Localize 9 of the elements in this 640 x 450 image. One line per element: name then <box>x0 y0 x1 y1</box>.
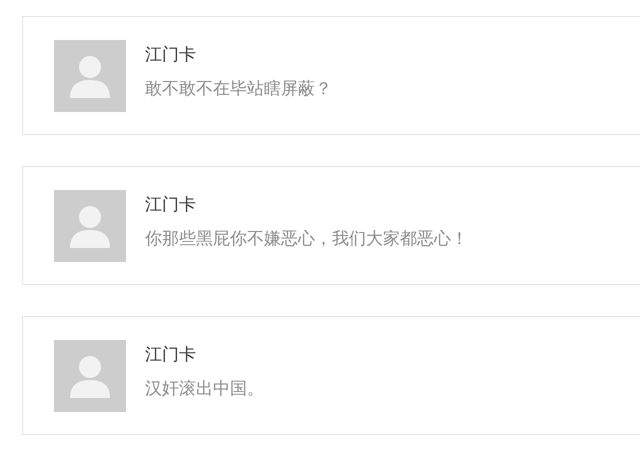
avatar-icon <box>54 190 126 262</box>
avatar-icon <box>54 340 126 412</box>
comment-text: 敢不敢不在毕站瞎屏蔽？ <box>145 78 332 100</box>
comment-text: 汉奸滚出中国。 <box>145 378 264 400</box>
author-name: 江门卡 <box>145 44 197 66</box>
author-name: 江门卡 <box>145 344 197 366</box>
comment-text: 你那些黑屁你不嫌恶心，我们大家都恶心！ <box>145 228 468 250</box>
avatar-icon <box>54 40 126 112</box>
author-name: 江门卡 <box>145 194 197 216</box>
